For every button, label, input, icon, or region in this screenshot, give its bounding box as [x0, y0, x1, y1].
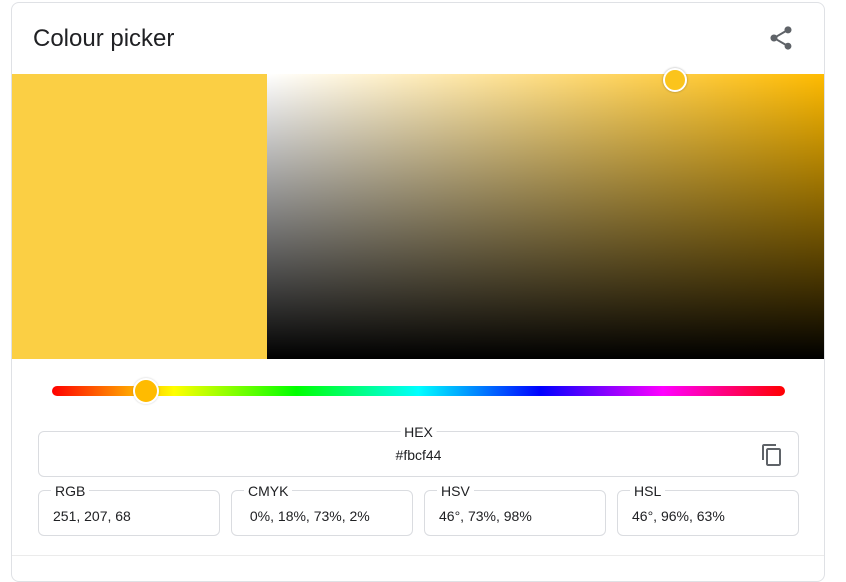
share-icon: [770, 26, 792, 50]
black-gradient: [267, 74, 824, 359]
hex-input[interactable]: [39, 446, 798, 464]
rgb-label: RGB: [51, 483, 90, 499]
copy-button[interactable]: [760, 442, 784, 468]
colour-picker-card: Colour picker HEX RGB CMYK HSV: [11, 2, 825, 582]
cmyk-field: CMYK: [231, 483, 413, 536]
hsl-input[interactable]: [632, 507, 792, 525]
hsv-input[interactable]: [439, 507, 599, 525]
saturation-value-handle[interactable]: [663, 67, 688, 92]
rgb-input[interactable]: [53, 507, 213, 525]
hue-slider-handle[interactable]: [132, 378, 159, 404]
hex-field: HEX: [38, 423, 799, 477]
cmyk-input[interactable]: [246, 507, 406, 525]
hsv-field: HSV: [424, 483, 606, 536]
hsl-field: HSL: [617, 483, 799, 536]
divider: [12, 555, 824, 556]
copy-icon: [762, 444, 781, 466]
hex-label: HEX: [400, 423, 437, 441]
card-title: Colour picker: [33, 25, 175, 52]
hue-slider[interactable]: [52, 378, 785, 404]
rgb-field: RGB: [38, 483, 220, 536]
saturation-value-area[interactable]: [267, 67, 824, 359]
hsv-label: HSV: [437, 483, 474, 499]
share-button[interactable]: [764, 21, 798, 55]
cmyk-label: CMYK: [244, 483, 293, 499]
selected-colour-swatch: [12, 74, 267, 359]
hsl-label: HSL: [630, 483, 666, 499]
